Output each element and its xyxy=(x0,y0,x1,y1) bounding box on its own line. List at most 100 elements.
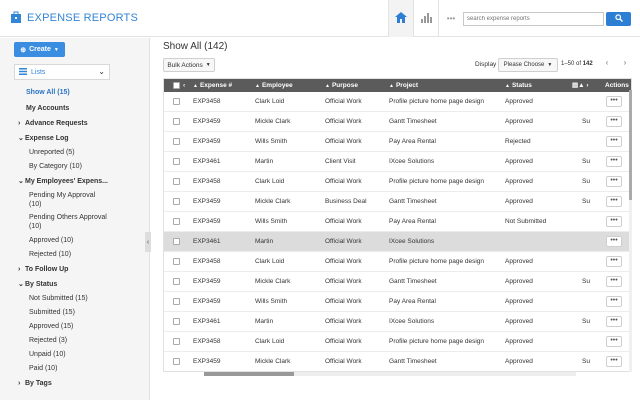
table-row[interactable]: EXP3459 Wills Smith Official Work Pay Area … xyxy=(164,292,631,312)
table-row[interactable]: EXP3458 Clark Loid Official Work Profile pi… xyxy=(164,172,631,192)
row-checkbox[interactable] xyxy=(173,258,180,265)
sidebar-item-unpaid[interactable]: Unpaid (10) xyxy=(29,350,66,360)
sidebar-item-to-follow-up[interactable]: › To Follow Up xyxy=(18,265,68,275)
sidebar-item-rejected-status[interactable]: Rejected (3) xyxy=(29,336,67,346)
row-actions-button[interactable]: ••• xyxy=(606,216,622,227)
col-header-purpose[interactable]: ▲ Purpose xyxy=(325,79,358,92)
row-actions-button[interactable]: ••• xyxy=(606,176,622,187)
next-page-button[interactable]: › xyxy=(619,58,631,72)
row-checkbox[interactable] xyxy=(173,178,180,185)
cell-employee: Martin xyxy=(255,238,274,245)
vertical-scrollbar[interactable] xyxy=(629,90,632,372)
cell-employee: Clark Loid xyxy=(255,258,285,265)
row-actions-button[interactable]: ••• xyxy=(606,316,622,327)
row-checkbox[interactable] xyxy=(173,218,180,225)
lists-dropdown[interactable]: Lists ⌄ xyxy=(14,64,110,80)
sidebar-item-my-accounts[interactable]: My Accounts xyxy=(26,104,69,114)
row-actions-button[interactable]: ••• xyxy=(606,336,622,347)
reports-button[interactable] xyxy=(413,0,438,37)
row-checkbox[interactable] xyxy=(173,298,180,305)
col-header-employee[interactable]: ▲ Employee xyxy=(255,79,293,92)
sidebar-item-show-all[interactable]: Show All (15) xyxy=(26,88,70,98)
row-actions-button[interactable]: ••• xyxy=(606,196,622,207)
cell-purpose: Official Work xyxy=(325,298,362,305)
row-checkbox[interactable] xyxy=(173,198,180,205)
search-button[interactable] xyxy=(606,12,631,26)
row-actions-button[interactable]: ••• xyxy=(606,236,622,247)
row-actions-button[interactable]: ••• xyxy=(606,136,622,147)
row-actions-button[interactable]: ••• xyxy=(606,356,622,367)
bulk-actions-button[interactable]: Bulk Actions ▼ xyxy=(163,58,215,72)
sidebar-item-rejected[interactable]: Rejected (10) xyxy=(29,250,71,260)
col-header-status[interactable]: ▲ Status xyxy=(505,79,532,92)
row-actions-button[interactable]: ••• xyxy=(606,96,622,107)
table-row[interactable]: EXP3459 Wills Smith Official Work Pay Area … xyxy=(164,132,631,152)
pager-total: 142 xyxy=(582,61,593,67)
sidebar-item-by-tags[interactable]: › By Tags xyxy=(18,379,52,389)
table-row[interactable]: EXP3458 Clark Loid Official Work Profile pi… xyxy=(164,252,631,272)
row-checkbox[interactable] xyxy=(173,158,180,165)
display-select[interactable]: Please Choose ▼ xyxy=(498,58,558,72)
sidebar-item-pending-my-approval-count[interactable]: (10) xyxy=(29,200,41,210)
home-button[interactable] xyxy=(388,0,413,37)
row-actions-button[interactable]: ••• xyxy=(606,256,622,267)
cell-status: Approved xyxy=(505,118,533,125)
sidebar-item-pending-others-approval-count[interactable]: (10) xyxy=(29,222,41,232)
table-row[interactable]: EXP3458 Clark Loid Official Work Profile pi… xyxy=(164,332,631,352)
sidebar-item-approved-status[interactable]: Approved (15) xyxy=(29,322,73,332)
search-input[interactable] xyxy=(463,12,604,26)
table-row[interactable]: EXP3461 Martin Official Work IXcee Solution… xyxy=(164,312,631,332)
table-row[interactable]: EXP3461 Martin Official Work IXcee Solution… xyxy=(164,232,631,252)
sidebar-item-submitted[interactable]: Submitted (15) xyxy=(29,308,75,318)
more-button[interactable]: ••• xyxy=(438,0,463,37)
row-checkbox[interactable] xyxy=(173,138,180,145)
table-row[interactable]: EXP3461 Martin Client Visit IXcee Solutions… xyxy=(164,152,631,172)
brand[interactable]: EXPENSE REPORTS xyxy=(10,11,138,24)
table-row[interactable]: EXP3458 Clark Loid Official Work Profile pi… xyxy=(164,92,631,112)
horizontal-scrollbar-thumb[interactable] xyxy=(204,372,294,376)
row-checkbox[interactable] xyxy=(173,238,180,245)
cell-status: Rejected xyxy=(505,138,531,145)
column-settings-icon[interactable]: ‹ xyxy=(183,79,185,92)
row-checkbox[interactable] xyxy=(173,118,180,125)
row-checkbox[interactable] xyxy=(173,98,180,105)
vertical-scrollbar-thumb[interactable] xyxy=(629,90,632,200)
row-checkbox[interactable] xyxy=(173,358,180,365)
row-checkbox[interactable] xyxy=(173,338,180,345)
cell-project: Profile picture home page design xyxy=(389,178,485,185)
create-button[interactable]: ⊕ Create ▼ xyxy=(14,42,65,57)
sidebar-item-my-employees-expenses[interactable]: ⌄My Employees' Expens... xyxy=(18,177,108,187)
filter-column-icon[interactable]: ▤▲ › xyxy=(572,79,589,92)
select-all-checkbox[interactable] xyxy=(173,82,180,89)
sidebar-item-advance-requests[interactable]: › Advance Requests xyxy=(18,119,88,129)
table-row[interactable]: EXP3459 Mickle Clark Official Work Gantt Ti… xyxy=(164,352,631,371)
row-actions-button[interactable]: ••• xyxy=(606,276,622,287)
chevron-right-icon: › xyxy=(18,380,21,387)
horizontal-scrollbar[interactable] xyxy=(204,372,576,376)
table-row[interactable]: EXP3459 Wills Smith Official Work Pay Area … xyxy=(164,212,631,232)
row-checkbox[interactable] xyxy=(173,318,180,325)
chevron-right-icon: › xyxy=(18,266,21,273)
sidebar-item-label: My Employees' Expens... xyxy=(25,178,108,185)
cell-purpose: Official Work xyxy=(325,358,362,365)
col-header-expense[interactable]: ▲ Expense # xyxy=(193,79,232,92)
sidebar-item-expense-log[interactable]: ⌄Expense Log xyxy=(18,134,69,144)
sort-icon: ▲ xyxy=(193,83,198,89)
prev-page-button[interactable]: ‹ xyxy=(601,58,613,72)
sidebar-item-unreported[interactable]: Unreported (5) xyxy=(29,148,75,158)
sidebar-item-not-submitted[interactable]: Not Submitted (15) xyxy=(29,294,88,304)
cell-expense: EXP3459 xyxy=(193,218,221,225)
row-actions-button[interactable]: ••• xyxy=(606,296,622,307)
table-row[interactable]: EXP3459 Mickle Clark Official Work Gantt Ti… xyxy=(164,112,631,132)
row-checkbox[interactable] xyxy=(173,278,180,285)
sidebar-item-paid[interactable]: Paid (10) xyxy=(29,364,57,374)
sidebar-item-approved[interactable]: Approved (10) xyxy=(29,236,73,246)
sort-icon: ▲ xyxy=(505,83,510,89)
table-row[interactable]: EXP3459 Mickle Clark Business Deal Gantt Ti… xyxy=(164,192,631,212)
row-actions-button[interactable]: ••• xyxy=(606,156,622,167)
sidebar-item-by-status[interactable]: ⌄By Status xyxy=(18,280,57,290)
table-row[interactable]: EXP3459 Mickle Clark Official Work Gantt Ti… xyxy=(164,272,631,292)
sidebar-item-by-category[interactable]: By Category (10) xyxy=(29,162,82,172)
row-actions-button[interactable]: ••• xyxy=(606,116,622,127)
col-header-project[interactable]: ▲ Project xyxy=(389,79,418,92)
